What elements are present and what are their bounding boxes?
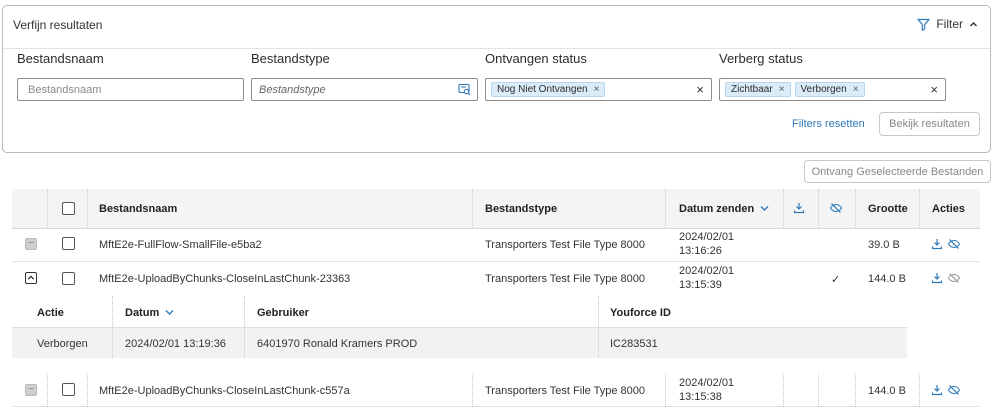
received-checkmark: ✓: [831, 274, 841, 286]
row-size: 144.0 B: [868, 273, 906, 285]
filename-label: Bestandsnaam: [17, 51, 104, 66]
chip-label: Zichtbaar: [731, 84, 773, 95]
column-divider: [818, 374, 819, 407]
funnel-icon: [917, 18, 930, 31]
column-divider: [919, 374, 920, 407]
sort-down-icon: [165, 310, 174, 315]
column-divider: [112, 296, 113, 358]
column-divider: [783, 374, 784, 407]
column-divider: [47, 374, 48, 407]
expand-row-icon[interactable]: −: [25, 238, 37, 250]
column-divider: [472, 374, 473, 407]
receive-selected-button[interactable]: Ontvang Geselecteerde Bestanden: [804, 160, 991, 183]
row-date: 2024/02/01: [679, 231, 735, 243]
column-divider: [598, 296, 599, 358]
clear-icon[interactable]: ×: [930, 82, 938, 97]
download-icon[interactable]: [930, 383, 944, 397]
chip-hidden: Verborgen ×: [794, 82, 865, 97]
sub-row-youforce: IC283531: [610, 338, 658, 350]
filetype-placeholder: Bestandstype: [259, 83, 326, 96]
sub-col-date[interactable]: Datum: [125, 307, 174, 319]
chip-label: Verborgen: [800, 84, 847, 95]
sub-col-youforce: Youforce ID: [610, 307, 671, 319]
row-filename: MftE2e-UploadByChunks-CloseInLastChunk-c…: [99, 385, 350, 397]
column-divider: [855, 374, 856, 407]
download-icon[interactable]: [930, 237, 944, 251]
chevron-up-icon: [970, 21, 977, 26]
filter-toggle-button[interactable]: Filter: [917, 17, 978, 31]
received-status-label: Ontvangen status: [485, 51, 587, 66]
col-filename[interactable]: Bestandsnaam: [99, 203, 177, 215]
row-date: 2024/02/01: [679, 377, 735, 389]
sub-row-action: Verborgen: [37, 338, 88, 350]
column-divider: [87, 374, 88, 407]
row-time: 13:15:38: [679, 391, 722, 403]
sub-col-action: Actie: [37, 307, 64, 319]
filter-panel-header: Verfijn resultaten Filter: [3, 6, 990, 49]
row-checkbox[interactable]: [62, 383, 75, 396]
filename-placeholder: Bestandsnaam: [28, 83, 102, 96]
filter-panel-title: Verfijn resultaten: [13, 18, 103, 32]
row-checkbox[interactable]: [62, 272, 75, 285]
chip-remove-icon[interactable]: ×: [594, 84, 600, 95]
eye-off-column-icon: [829, 201, 843, 215]
subtable-header: Actie Datum Gebruiker Youforce ID: [12, 296, 907, 358]
hidden-status-select[interactable]: Zichtbaar × Verborgen × ×: [719, 78, 946, 101]
row-filetype: Transporters Test File Type 8000: [485, 239, 645, 251]
row-size: 39.0 B: [868, 239, 900, 251]
received-status-select[interactable]: Nog Niet Ontvangen × ×: [485, 78, 712, 101]
table-header: Bestandsnaam Bestandstype Datum zenden G…: [12, 189, 980, 229]
column-divider: [244, 296, 245, 358]
col-date-label: Datum zenden: [679, 203, 755, 215]
row-date: 2024/02/01: [679, 265, 735, 277]
row-size: 144.0 B: [868, 385, 906, 397]
row-filename: MftE2e-UploadByChunks-CloseInLastChunk-2…: [99, 273, 351, 285]
column-divider: [665, 374, 666, 407]
chip-label: Nog Niet Ontvangen: [497, 84, 588, 95]
row-filetype: Transporters Test File Type 8000: [485, 273, 645, 285]
eye-off-icon[interactable]: [947, 271, 961, 285]
reset-filters-link[interactable]: Filters resetten: [792, 118, 865, 130]
hidden-status-label: Verberg status: [719, 51, 803, 66]
select-all-checkbox[interactable]: [62, 202, 75, 215]
row-filename: MftE2e-FullFlow-SmallFile-e5ba2: [99, 239, 262, 251]
clear-icon[interactable]: ×: [696, 82, 704, 97]
col-filetype[interactable]: Bestandstype: [485, 203, 557, 215]
chip-remove-icon[interactable]: ×: [779, 84, 785, 95]
sub-col-user: Gebruiker: [257, 307, 309, 319]
download-icon[interactable]: [930, 271, 944, 285]
row-time: 13:16:26: [679, 245, 722, 257]
history-subtable: Actie Datum Gebruiker Youforce ID Verbor…: [12, 296, 907, 358]
table-row[interactable]: MftE2e-UploadByChunks-CloseInLastChunk-2…: [12, 262, 980, 295]
view-results-button[interactable]: Bekijk resultaten: [879, 112, 980, 136]
sub-row-date: 2024/02/01 13:19:36: [125, 338, 226, 350]
filename-input[interactable]: Bestandsnaam: [17, 78, 244, 101]
row-filetype: Transporters Test File Type 8000: [485, 385, 645, 397]
col-size[interactable]: Grootte: [868, 203, 908, 215]
chip-visible: Zichtbaar ×: [725, 82, 791, 97]
chip-not-received: Nog Niet Ontvangen ×: [491, 82, 606, 97]
eye-off-icon[interactable]: [947, 383, 961, 397]
chip-remove-icon[interactable]: ×: [853, 84, 859, 95]
col-actions: Acties: [932, 203, 966, 215]
filetype-select[interactable]: Bestandstype: [251, 78, 478, 101]
row-checkbox[interactable]: [62, 237, 75, 250]
sub-row-user: 6401970 Ronald Kramers PROD: [257, 338, 418, 350]
expand-row-icon[interactable]: −: [25, 384, 37, 396]
download-column-icon: [792, 201, 806, 215]
sub-col-date-label: Datum: [125, 307, 160, 319]
list-search-icon[interactable]: [458, 83, 471, 96]
eye-off-icon[interactable]: [947, 237, 961, 251]
table-row[interactable]: − MftE2e-FullFlow-SmallFile-e5ba2 Transp…: [12, 229, 980, 262]
col-date[interactable]: Datum zenden: [679, 203, 769, 215]
filter-toggle-label: Filter: [936, 17, 963, 31]
table-row[interactable]: − MftE2e-UploadByChunks-CloseInLastChunk…: [12, 374, 980, 407]
row-time: 13:15:39: [679, 279, 722, 291]
filetype-label: Bestandstype: [251, 51, 330, 66]
sort-down-icon: [760, 206, 769, 211]
collapse-row-icon[interactable]: [25, 272, 37, 284]
